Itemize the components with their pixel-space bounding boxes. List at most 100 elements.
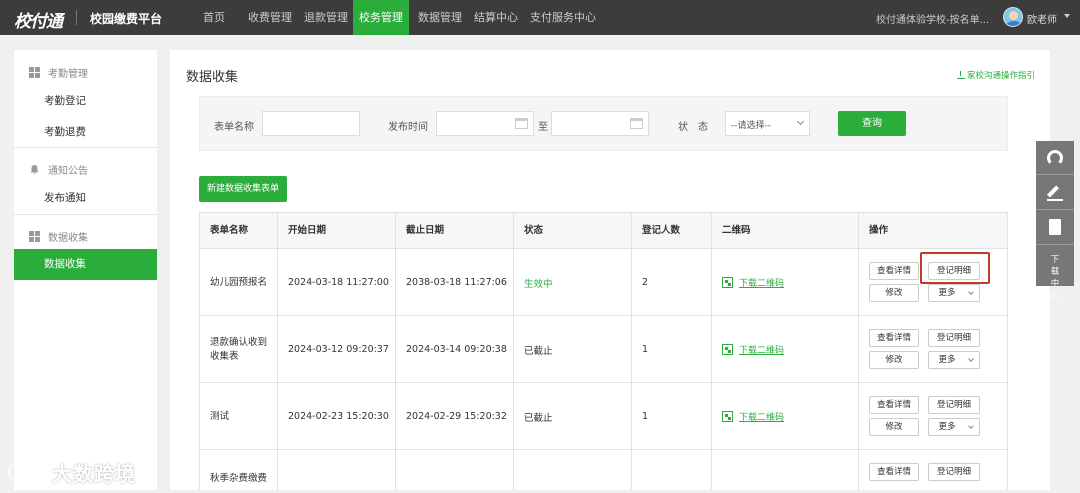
cell-name: 秋季杂费缴费 bbox=[200, 450, 278, 490]
registration-detail-button[interactable]: 登记明细 bbox=[928, 396, 980, 414]
column-header-start: 开始日期 bbox=[278, 213, 396, 249]
more-dropdown[interactable]: 更多 bbox=[928, 351, 980, 369]
school-selector[interactable]: 校付通体验学校-按名单... bbox=[876, 11, 989, 26]
calendar-icon[interactable] bbox=[515, 118, 528, 129]
column-header-name: 表单名称 bbox=[200, 213, 278, 249]
form-name-label: 表单名称 bbox=[214, 122, 254, 133]
more-dropdown[interactable]: 更多 bbox=[928, 418, 980, 436]
status-label: 状 态 bbox=[678, 122, 708, 133]
edit-button[interactable]: 修改 bbox=[869, 351, 919, 369]
table-row: 测试 2024-02-23 15:20:30 2024-02-29 15:20:… bbox=[200, 383, 1007, 450]
nav-fee-management[interactable]: 收费管理 bbox=[242, 0, 298, 35]
chevron-down-icon[interactable] bbox=[1064, 14, 1070, 18]
avatar[interactable] bbox=[1003, 7, 1023, 27]
sidebar-group-label: 数据收集 bbox=[48, 233, 88, 244]
more-label: 更多 bbox=[938, 422, 956, 432]
more-label: 更多 bbox=[938, 288, 956, 298]
table-row: 秋季杂费缴费 查看详情 登记明细 bbox=[200, 450, 1007, 490]
query-button[interactable]: 查询 bbox=[838, 111, 906, 136]
cell-end bbox=[396, 450, 514, 490]
guide-link[interactable]: 家校沟通操作指引 bbox=[956, 69, 1035, 81]
form-name-input[interactable] bbox=[262, 111, 360, 136]
more-dropdown[interactable]: 更多 bbox=[928, 284, 980, 302]
cell-qr: 下载二维码 bbox=[712, 316, 859, 383]
sidebar-item-attendance-refund[interactable]: 考勤退费 bbox=[14, 117, 157, 148]
nav-refund-management[interactable]: 退款管理 bbox=[298, 0, 354, 35]
status-select-value: --请选择-- bbox=[731, 121, 771, 131]
nav-data-management[interactable]: 数据管理 bbox=[412, 0, 468, 35]
cell-start: 2024-03-18 11:27:00 bbox=[278, 249, 396, 316]
user-name[interactable]: 欧老师 bbox=[1027, 11, 1057, 26]
nav-settlement-center[interactable]: 结算中心 bbox=[468, 0, 524, 35]
guide-link-label: 家校沟通操作指引 bbox=[966, 71, 1035, 81]
cell-qr: 下载二维码 bbox=[712, 249, 859, 316]
book-icon bbox=[1049, 219, 1061, 235]
filter-bar: 表单名称 发布时间 至 状 态 --请选择-- 查询 bbox=[199, 96, 1008, 151]
download-qr-link[interactable]: 下载二维码 bbox=[739, 343, 784, 356]
logo-divider bbox=[76, 10, 77, 25]
cell-status bbox=[514, 450, 632, 490]
edit-button[interactable]: 修改 bbox=[869, 284, 919, 302]
table-row: 退款确认收到收集表 2024-03-12 09:20:37 2024-03-14… bbox=[200, 316, 1007, 383]
download-center-button[interactable]: 下载中心 bbox=[1036, 246, 1074, 301]
cell-actions: 查看详情 登记明细 修改 更多 bbox=[859, 316, 1007, 383]
sidebar-item-attendance-register[interactable]: 考勤登记 bbox=[14, 86, 157, 117]
cell-count: 2 bbox=[632, 249, 712, 316]
download-qr-link[interactable]: 下载二维码 bbox=[739, 410, 784, 423]
nav-home[interactable]: 首页 bbox=[197, 0, 231, 35]
cell-end: 2024-02-29 15:20:32 bbox=[396, 383, 514, 450]
calendar-icon[interactable] bbox=[630, 118, 643, 129]
new-form-button[interactable]: 新建数据收集表单 bbox=[199, 176, 287, 202]
platform-title: 校园缴费平台 bbox=[90, 12, 163, 26]
sidebar-group-notice: 通知公告 bbox=[14, 160, 157, 178]
headset-icon bbox=[1047, 150, 1063, 166]
registration-detail-button[interactable]: 登记明细 bbox=[928, 463, 980, 481]
table-header: 表单名称 开始日期 截止日期 状态 登记人数 二维码 操作 bbox=[200, 213, 1007, 249]
sidebar-divider bbox=[14, 214, 157, 215]
app-logo[interactable]: 校付通 bbox=[14, 7, 63, 32]
chevron-down-icon bbox=[968, 289, 974, 295]
download-qr-link[interactable]: 下载二维码 bbox=[739, 276, 784, 289]
chevron-down-icon bbox=[968, 356, 974, 362]
cell-start: 2024-03-12 09:20:37 bbox=[278, 316, 396, 383]
manual-button[interactable] bbox=[1036, 211, 1074, 245]
nav-payment-service-center[interactable]: 支付服务中心 bbox=[524, 0, 602, 35]
start-date-input[interactable] bbox=[436, 111, 534, 136]
publish-time-label: 发布时间 bbox=[388, 122, 428, 133]
cell-start: 2024-02-23 15:20:30 bbox=[278, 383, 396, 450]
sidebar-divider bbox=[14, 147, 157, 148]
column-header-qr: 二维码 bbox=[712, 213, 859, 249]
registration-detail-button[interactable]: 登记明细 bbox=[928, 329, 980, 347]
customer-service-button[interactable] bbox=[1036, 141, 1074, 175]
sidebar-item-publish-notice[interactable]: 发布通知 bbox=[14, 183, 157, 214]
cell-count: 1 bbox=[632, 383, 712, 450]
cell-status: 已截止 bbox=[514, 383, 632, 450]
view-detail-button[interactable]: 查看详情 bbox=[869, 463, 919, 481]
cell-end: 2038-03-18 11:27:06 bbox=[396, 249, 514, 316]
view-detail-button[interactable]: 查看详情 bbox=[869, 262, 919, 280]
cell-name: 幼儿园预报名 bbox=[200, 249, 278, 316]
edit-button[interactable]: 修改 bbox=[869, 418, 919, 436]
qr-code-icon bbox=[722, 277, 733, 288]
pen-icon bbox=[1047, 185, 1063, 201]
cell-name: 退款确认收到收集表 bbox=[200, 316, 278, 383]
status-select[interactable]: --请选择-- bbox=[725, 111, 810, 136]
column-header-count: 登记人数 bbox=[632, 213, 712, 249]
sidebar: 考勤管理 考勤登记 考勤退费 通知公告 发布通知 数据收集 数据收集 bbox=[14, 50, 157, 490]
sidebar-group-label: 通知公告 bbox=[48, 166, 88, 177]
more-label: 更多 bbox=[938, 355, 956, 365]
watermark-logo-icon bbox=[8, 459, 46, 485]
table-row: 幼儿园预报名 2024-03-18 11:27:00 2038-03-18 11… bbox=[200, 249, 1007, 316]
grid-icon bbox=[29, 67, 40, 78]
cell-end: 2024-03-14 09:20:38 bbox=[396, 316, 514, 383]
watermark-text: 大数跨境 bbox=[52, 461, 136, 486]
sidebar-group-label: 考勤管理 bbox=[48, 69, 88, 80]
view-detail-button[interactable]: 查看详情 bbox=[869, 329, 919, 347]
cell-name: 测试 bbox=[200, 383, 278, 450]
nav-school-affairs[interactable]: 校务管理 bbox=[353, 0, 409, 35]
end-date-input[interactable] bbox=[551, 111, 649, 136]
sidebar-item-data-collection[interactable]: 数据收集 bbox=[14, 249, 157, 280]
view-detail-button[interactable]: 查看详情 bbox=[869, 396, 919, 414]
cell-qr bbox=[712, 450, 859, 490]
feedback-button[interactable] bbox=[1036, 176, 1074, 210]
